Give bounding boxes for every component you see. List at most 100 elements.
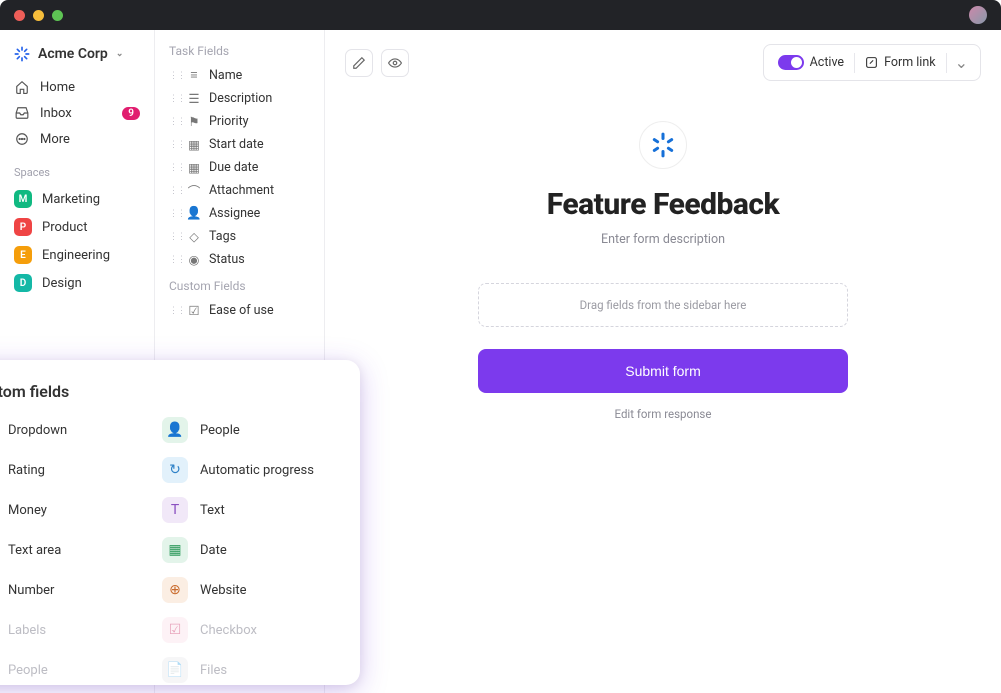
space-color-icon: D bbox=[14, 274, 32, 292]
form-toolbar: Active Form link ⌄ bbox=[345, 44, 981, 81]
cf-type-checkbox[interactable]: ☑Checkbox bbox=[162, 615, 340, 645]
cf-type-icon: 👤 bbox=[162, 417, 188, 443]
field-name[interactable]: ⋮⋮≡Name bbox=[159, 64, 320, 87]
field-start-date[interactable]: ⋮⋮ ▦ Start date bbox=[159, 133, 320, 156]
cf-type-label: Money bbox=[8, 503, 47, 518]
maximize-window-button[interactable] bbox=[52, 10, 63, 21]
field-type-icon: ◉ bbox=[187, 253, 201, 267]
close-window-button[interactable] bbox=[14, 10, 25, 21]
nav-home-label: Home bbox=[40, 80, 75, 95]
field-assignee[interactable]: ⋮⋮ 👤 Assignee bbox=[159, 202, 320, 225]
user-avatar[interactable] bbox=[969, 6, 987, 24]
field-dropzone[interactable]: Drag fields from the sidebar here bbox=[478, 283, 848, 327]
form-logo[interactable] bbox=[639, 121, 687, 169]
nav-inbox[interactable]: Inbox 9 bbox=[6, 100, 148, 126]
form-description[interactable]: Enter form description bbox=[453, 232, 873, 247]
space-label: Marketing bbox=[42, 192, 100, 207]
custom-fields-popover: Custom fields ▾Dropdown 👤 People ☆Rating ↻ Au… bbox=[0, 360, 360, 685]
cf-type-money[interactable]: $Money bbox=[0, 495, 148, 525]
cf-type-icon: T bbox=[162, 497, 188, 523]
form-title[interactable]: Feature Feedback bbox=[453, 187, 873, 222]
field-description[interactable]: ⋮⋮☰Description bbox=[159, 87, 320, 110]
drag-handle-icon[interactable]: ⋮⋮ bbox=[169, 120, 179, 124]
cf-type-label: People bbox=[200, 423, 240, 438]
field-status[interactable]: ⋮⋮◉Status bbox=[159, 248, 320, 271]
space-item-engineering[interactable]: EEngineering bbox=[6, 241, 148, 269]
field-type-icon: ≡ bbox=[187, 69, 201, 83]
space-color-icon: E bbox=[14, 246, 32, 264]
field-ease-of-use[interactable]: ⋮⋮ ☑ Ease of use bbox=[159, 299, 320, 322]
submit-form-button[interactable]: Submit form bbox=[478, 349, 848, 393]
cf-type-rating[interactable]: ☆Rating bbox=[0, 455, 148, 485]
more-icon bbox=[14, 131, 30, 147]
link-icon bbox=[865, 56, 878, 69]
cf-type-labels[interactable]: ◇Labels bbox=[0, 615, 148, 645]
cf-type-label: Text area bbox=[8, 543, 61, 558]
cf-type-label: Labels bbox=[8, 623, 46, 638]
custom-fields-popover-title: Custom fields bbox=[0, 382, 340, 401]
cf-type-people[interactable]: 👤 People bbox=[162, 415, 340, 445]
nav-more[interactable]: More bbox=[6, 126, 148, 152]
window-controls[interactable] bbox=[14, 10, 63, 21]
field-type-icon: ▦ bbox=[187, 161, 201, 175]
space-item-marketing[interactable]: M Marketing bbox=[6, 185, 148, 213]
minimize-window-button[interactable] bbox=[33, 10, 44, 21]
cf-type-website[interactable]: ⊕Website bbox=[162, 575, 340, 605]
drag-handle-icon[interactable]: ⋮⋮ bbox=[169, 258, 179, 262]
field-label: Ease of use bbox=[209, 303, 274, 318]
cf-type-text-area[interactable]: ¶Text area bbox=[0, 535, 148, 565]
preview-button[interactable] bbox=[381, 49, 409, 77]
app-shell: Acme Corp ⌄ Home Inbox 9 More Spaces M Ma… bbox=[0, 30, 1001, 693]
cf-type-number[interactable]: #Number bbox=[0, 575, 148, 605]
field-tags[interactable]: ⋮⋮◇Tags bbox=[159, 225, 320, 248]
cf-type-label: People bbox=[8, 663, 48, 678]
field-label: Assignee bbox=[209, 206, 260, 221]
active-toggle-label: Active bbox=[810, 55, 844, 70]
cf-type-icon: ↻ bbox=[162, 457, 188, 483]
field-type-icon: ☑ bbox=[187, 304, 201, 318]
drag-handle-icon[interactable]: ⋮⋮ bbox=[169, 189, 179, 193]
field-type-icon: 👤 bbox=[187, 207, 201, 221]
cf-type-dropdown[interactable]: ▾Dropdown bbox=[0, 415, 148, 445]
form-link-menu-button[interactable]: ⌄ bbox=[947, 49, 976, 76]
drag-handle-icon[interactable]: ⋮⋮ bbox=[169, 74, 179, 78]
space-color-icon: P bbox=[14, 218, 32, 236]
field-attachment[interactable]: ⋮⋮⌒Attachment bbox=[159, 179, 320, 202]
field-label: Description bbox=[209, 91, 272, 106]
cf-type-label: Dropdown bbox=[8, 423, 67, 438]
drag-handle-icon[interactable]: ⋮⋮ bbox=[169, 235, 179, 239]
cf-type-people[interactable]: 👤People bbox=[0, 655, 148, 685]
cf-type-label: Text bbox=[200, 503, 225, 518]
field-due-date[interactable]: ⋮⋮▦Due date bbox=[159, 156, 320, 179]
cf-type-files[interactable]: 📄Files bbox=[162, 655, 340, 685]
drag-handle-icon[interactable]: ⋮⋮ bbox=[169, 143, 179, 147]
space-color-icon: M bbox=[14, 190, 32, 208]
drag-handle-icon[interactable]: ⋮⋮ bbox=[169, 166, 179, 170]
drag-handle-icon[interactable]: ⋮⋮ bbox=[169, 309, 179, 313]
space-item-design[interactable]: DDesign bbox=[6, 269, 148, 297]
spaces-section-label: Spaces bbox=[6, 152, 148, 185]
edit-form-response-link[interactable]: Edit form response bbox=[453, 407, 873, 421]
field-type-icon: ▦ bbox=[187, 138, 201, 152]
task-fields-header: Task Fields bbox=[159, 44, 320, 64]
cf-type-label: Checkbox bbox=[200, 623, 257, 638]
cf-type-label: Automatic progress bbox=[200, 463, 314, 478]
space-item-product[interactable]: PProduct bbox=[6, 213, 148, 241]
workspace-switcher[interactable]: Acme Corp ⌄ bbox=[6, 40, 148, 74]
cf-type-date[interactable]: ▦Date bbox=[162, 535, 340, 565]
cf-type-automatic-progress[interactable]: ↻ Automatic progress bbox=[162, 455, 340, 485]
field-label: Start date bbox=[209, 137, 264, 152]
field-priority[interactable]: ⋮⋮⚑Priority bbox=[159, 110, 320, 133]
cf-type-label: Date bbox=[200, 543, 227, 558]
form-builder: Feature Feedback Enter form description … bbox=[453, 121, 873, 421]
window-titlebar bbox=[0, 0, 1001, 30]
edit-button[interactable] bbox=[345, 49, 373, 77]
drag-handle-icon[interactable]: ⋮⋮ bbox=[169, 212, 179, 216]
inbox-icon bbox=[14, 105, 30, 121]
nav-home[interactable]: Home bbox=[6, 74, 148, 100]
form-link-button[interactable]: Form link bbox=[855, 51, 946, 74]
active-toggle[interactable]: Active bbox=[768, 51, 854, 74]
chevron-down-icon: ⌄ bbox=[116, 49, 124, 59]
drag-handle-icon[interactable]: ⋮⋮ bbox=[169, 97, 179, 101]
cf-type-text[interactable]: T Text bbox=[162, 495, 340, 525]
